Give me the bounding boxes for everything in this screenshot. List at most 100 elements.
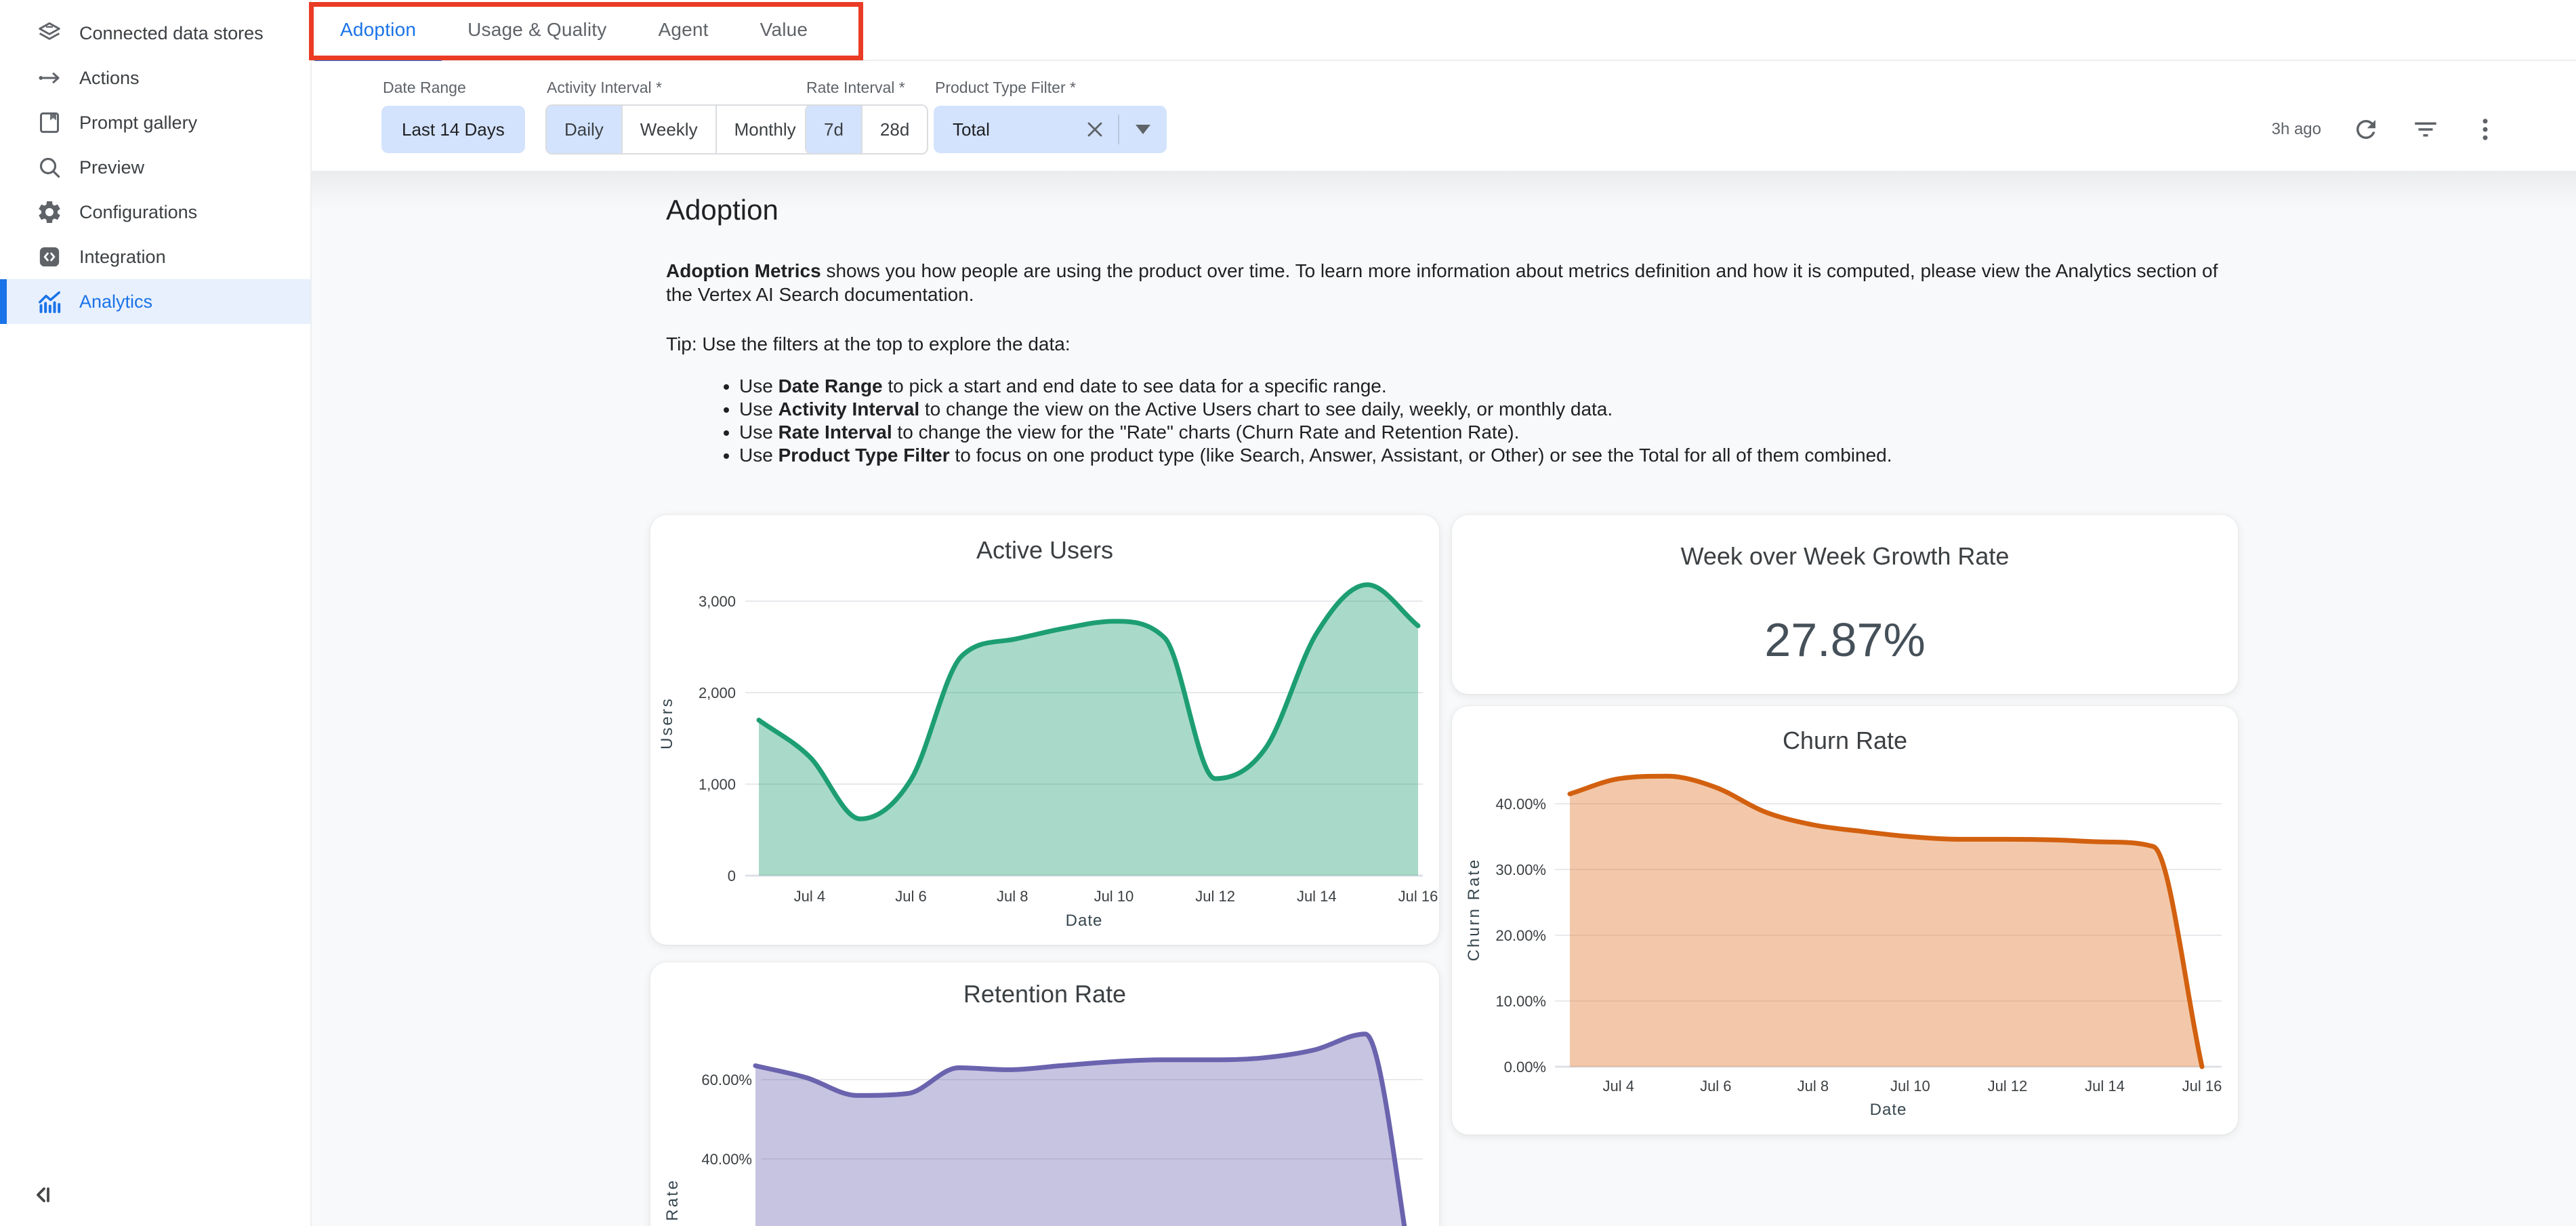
wow-growth-card: Week over Week Growth Rate 27.87% — [1452, 515, 2238, 694]
date-range-label: Date Range — [383, 79, 466, 97]
prompt-gallery-icon — [36, 109, 63, 136]
product-type-filter-dropdown[interactable]: Total — [934, 106, 1167, 153]
preview-icon — [36, 154, 63, 181]
svg-text:40.00%: 40.00% — [701, 1151, 752, 1168]
wow-growth-title: Week over Week Growth Rate — [1681, 542, 2010, 571]
sidebar: Connected data stores Actions Prompt gal… — [0, 0, 312, 1226]
tab-usage-quality[interactable]: Usage & Quality — [442, 0, 632, 60]
tab-agent[interactable]: Agent — [632, 0, 734, 60]
tip-bullet: Use Rate Interval to change the view for… — [739, 421, 2238, 444]
svg-text:Jul 10: Jul 10 — [1094, 888, 1134, 905]
svg-text:Jul 6: Jul 6 — [1700, 1078, 1731, 1095]
retention-rate-chart-card: 60.00%40.00%20.00%0.00%Jul 4Jul 6Jul 8Ju… — [650, 962, 1439, 1226]
rate-interval-segmented-control: 7d 28d — [805, 104, 928, 155]
svg-text:Date: Date — [1870, 1101, 1907, 1119]
sidebar-item-label: Preview — [79, 157, 144, 178]
wow-growth-value: 27.87% — [1764, 613, 1925, 667]
svg-text:40.00%: 40.00% — [1495, 796, 1546, 813]
svg-text:3,000: 3,000 — [699, 593, 736, 610]
activity-interval-option-daily[interactable]: Daily — [547, 106, 623, 153]
last-refreshed-label: 3h ago — [2272, 120, 2321, 139]
sidebar-item-label: Configurations — [79, 202, 197, 223]
svg-text:Retention Rate: Retention Rate — [963, 980, 1126, 1008]
churn-rate-chart-card: 40.00% 30.00% 20.00% 10.00% 0.00% Jul 4 Jul 6 J… — [1452, 706, 2238, 1135]
configurations-icon — [36, 199, 63, 226]
svg-text:Churn Rate: Churn Rate — [1783, 727, 1907, 754]
svg-text:0.00%: 0.00% — [1504, 1059, 1546, 1076]
activity-interval-segmented-control: Daily Weekly Monthly — [545, 104, 815, 155]
clear-filter-icon[interactable] — [1083, 117, 1107, 142]
svg-text:Jul 10: Jul 10 — [1890, 1078, 1930, 1095]
svg-text:60.00%: 60.00% — [701, 1071, 752, 1088]
activity-interval-option-weekly[interactable]: Weekly — [623, 106, 717, 153]
intro-paragraph: Adoption Metrics shows you how people ar… — [666, 259, 2238, 306]
rate-interval-option-7d[interactable]: 7d — [806, 106, 863, 153]
svg-text:2,000: 2,000 — [699, 684, 736, 701]
product-type-filter-label: Product Type Filter * — [935, 79, 1076, 97]
svg-text:Jul 4: Jul 4 — [794, 888, 825, 905]
retention-rate-chart: 60.00%40.00%20.00%0.00%Jul 4Jul 6Jul 8Ju… — [650, 962, 1439, 1226]
svg-text:Jul 16: Jul 16 — [2182, 1078, 2222, 1095]
integration-icon — [36, 243, 63, 270]
page-title: Adoption — [666, 194, 2238, 226]
header: Adoption Usage & Quality Agent Value Dat… — [312, 0, 2576, 171]
svg-text:Jul 6: Jul 6 — [895, 888, 926, 905]
svg-text:Retention Rate: Retention Rate — [663, 1179, 682, 1226]
svg-text:1,000: 1,000 — [699, 776, 736, 793]
svg-text:Jul 14: Jul 14 — [2085, 1078, 2125, 1095]
sidebar-item-label: Actions — [79, 68, 140, 89]
data-stores-icon — [36, 20, 63, 47]
sidebar-item-label: Analytics — [79, 291, 152, 312]
filters-bar: Date Range Last 14 Days Activity Interva… — [312, 61, 2576, 171]
svg-text:0: 0 — [728, 867, 736, 884]
main-content: Adoption Adoption Metrics shows you how … — [312, 171, 2576, 1226]
filter-icon[interactable] — [2411, 115, 2440, 144]
svg-text:Churn Rate: Churn Rate — [1465, 858, 1483, 962]
tip-bullet: Use Date Range to pick a start and end d… — [739, 375, 2238, 398]
sidebar-item-connected-data-stores[interactable]: Connected data stores — [0, 11, 310, 56]
actions-icon — [36, 64, 63, 91]
sidebar-item-preview[interactable]: Preview — [0, 145, 310, 190]
svg-text:Jul 12: Jul 12 — [1988, 1078, 2028, 1095]
more-vert-icon[interactable] — [2470, 115, 2500, 144]
analytics-icon — [36, 288, 63, 315]
rate-interval-option-28d[interactable]: 28d — [863, 106, 927, 153]
doc-text: Adoption Adoption Metrics shows you how … — [666, 171, 2238, 467]
svg-text:Jul 8: Jul 8 — [997, 888, 1028, 905]
svg-text:Jul 8: Jul 8 — [1798, 1078, 1829, 1095]
refresh-icon[interactable] — [2351, 115, 2381, 144]
svg-text:Date: Date — [1066, 912, 1103, 930]
sidebar-item-label: Prompt gallery — [79, 113, 197, 134]
svg-text:Users: Users — [658, 697, 676, 750]
svg-text:Jul 4: Jul 4 — [1603, 1078, 1634, 1095]
tip-bullet: Use Activity Interval to change the view… — [739, 398, 2238, 421]
activity-interval-label: Activity Interval * — [547, 79, 662, 97]
sidebar-item-label: Connected data stores — [79, 23, 264, 44]
svg-text:20.00%: 20.00% — [1495, 927, 1546, 944]
dashboard-toolbar: 3h ago — [2272, 106, 2576, 153]
svg-text:Jul 16: Jul 16 — [1398, 888, 1438, 905]
rate-interval-label: Rate Interval * — [806, 79, 905, 97]
svg-text:10.00%: 10.00% — [1495, 993, 1546, 1010]
sidebar-item-integration[interactable]: Integration — [0, 234, 310, 279]
tip-list: Use Date Range to pick a start and end d… — [666, 375, 2238, 467]
tab-value[interactable]: Value — [734, 0, 834, 60]
sidebar-item-actions[interactable]: Actions — [0, 56, 310, 100]
sidebar-item-configurations[interactable]: Configurations — [0, 190, 310, 234]
tip-line: Tip: Use the filters at the top to explo… — [666, 332, 2238, 356]
svg-text:Active Users: Active Users — [976, 536, 1113, 564]
churn-rate-chart: 40.00% 30.00% 20.00% 10.00% 0.00% Jul 4 Jul 6 J… — [1452, 706, 2238, 1138]
activity-interval-option-monthly[interactable]: Monthly — [717, 106, 814, 153]
date-range-chip[interactable]: Last 14 Days — [381, 106, 525, 153]
tab-adoption[interactable]: Adoption — [314, 0, 442, 60]
sidebar-item-label: Integration — [79, 247, 166, 268]
collapse-sidebar-button[interactable] — [26, 1179, 58, 1211]
svg-text:Jul 14: Jul 14 — [1297, 888, 1337, 905]
chevron-down-icon[interactable] — [1119, 125, 1167, 134]
sidebar-item-analytics[interactable]: Analytics — [0, 279, 310, 324]
svg-text:Jul 12: Jul 12 — [1195, 888, 1235, 905]
svg-text:30.00%: 30.00% — [1495, 861, 1546, 878]
product-type-filter-value: Total — [953, 119, 1083, 140]
sidebar-item-prompt-gallery[interactable]: Prompt gallery — [0, 100, 310, 145]
tab-bar: Adoption Usage & Quality Agent Value — [312, 0, 2576, 61]
